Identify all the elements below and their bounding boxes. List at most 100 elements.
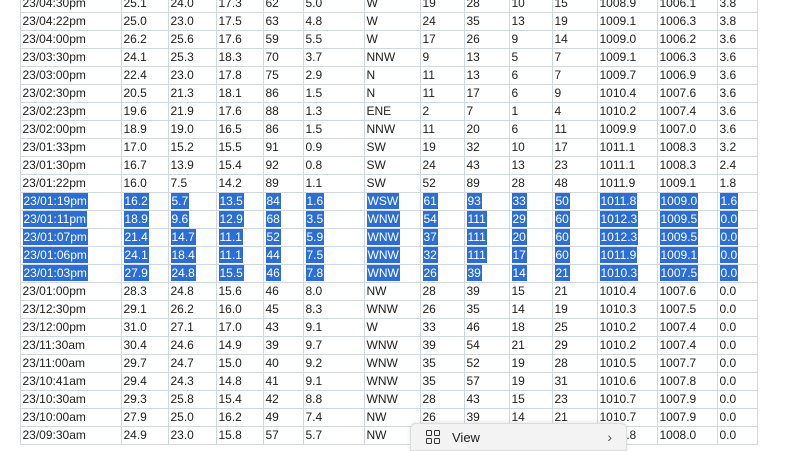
table-cell[interactable]: 14.2 [215, 174, 264, 193]
table-cell[interactable]: 16.2 [120, 192, 169, 211]
table-cell[interactable]: 3.6 [716, 66, 758, 85]
table-cell[interactable]: 29 [551, 336, 598, 355]
table-cell[interactable]: 24.3 [167, 372, 217, 391]
table-cell[interactable]: 13 [463, 48, 510, 67]
table-cell[interactable]: 3.8 [716, 12, 758, 31]
table-cell[interactable]: W [363, 12, 421, 31]
table-cell[interactable]: 75 [262, 66, 304, 85]
table-cell[interactable]: 0.0 [716, 354, 758, 373]
table-cell[interactable]: 18.9 [120, 120, 169, 139]
table-cell[interactable]: 24.8 [167, 264, 217, 283]
table-cell[interactable]: 37 [419, 228, 465, 247]
table-cell[interactable]: 11 [551, 120, 598, 139]
table-cell[interactable]: 24 [419, 156, 465, 175]
table-cell[interactable]: 3.6 [716, 102, 758, 121]
table-cell[interactable]: 28 [419, 282, 465, 301]
table-cell[interactable]: 35 [463, 12, 510, 31]
table-cell[interactable]: 40 [262, 354, 304, 373]
table-row[interactable]: 23/10:00am 27.9 25.0 16.2 49 7.4 NW 26 39 14 21 101… [0, 408, 758, 427]
table-cell[interactable]: 26 [419, 300, 465, 319]
table-cell[interactable]: 1007.7 [656, 354, 718, 373]
table-cell[interactable]: 17 [419, 30, 465, 49]
table-cell[interactable]: 21.3 [167, 84, 217, 103]
table-row-selected[interactable]: 23/01:07pm 21.4 14.7 11.1 52 5.9 WNW 37 111 20 60 1… [0, 228, 758, 247]
table-cell[interactable]: 1007.8 [656, 372, 718, 391]
table-cell[interactable]: 11.1 [215, 228, 264, 247]
table-cell[interactable]: 39 [463, 264, 510, 283]
table-cell[interactable]: SW [363, 156, 421, 175]
table-cell[interactable]: 25.3 [167, 48, 217, 67]
table-cell[interactable]: 1007.6 [656, 84, 718, 103]
table-cell[interactable]: 39 [463, 282, 510, 301]
table-cell[interactable]: 29.4 [120, 372, 169, 391]
table-cell[interactable]: 49 [262, 408, 304, 427]
table-cell[interactable]: 1007.9 [656, 390, 718, 409]
table-cell[interactable]: 1007.6 [656, 282, 718, 301]
table-cell-time[interactable]: 23/02:23pm [19, 102, 122, 121]
table-cell[interactable]: 3.6 [716, 84, 758, 103]
table-cell[interactable]: 14.9 [215, 336, 264, 355]
table-cell[interactable]: 24.6 [167, 336, 217, 355]
table-cell[interactable]: 1007.9 [656, 408, 718, 427]
table-cell[interactable]: 23.0 [167, 66, 217, 85]
table-cell[interactable]: 10 [508, 138, 553, 157]
table-cell[interactable]: 9 [551, 84, 598, 103]
table-row[interactable]: 23/01:00pm 28.3 24.8 15.6 46 8.0 NW 28 39 15 21 101… [0, 282, 758, 301]
table-cell[interactable]: 7 [551, 48, 598, 67]
table-cell[interactable]: 35 [419, 354, 465, 373]
table-cell[interactable]: 6 [508, 66, 553, 85]
table-cell[interactable]: 22.4 [120, 66, 169, 85]
table-cell[interactable]: 3.7 [302, 48, 365, 67]
table-cell-time[interactable]: 23/01:03pm [19, 264, 122, 283]
table-cell[interactable]: 52 [463, 354, 510, 373]
table-cell[interactable]: W [363, 318, 421, 337]
table-cell[interactable]: 54 [419, 210, 465, 229]
table-row[interactable]: 23/04:30pm 25.1 24.0 17.3 62 5.0 W 19 28 10 15 1008… [0, 0, 758, 13]
table-cell[interactable]: 15 [551, 0, 598, 13]
table-cell[interactable]: 1009.1 [656, 246, 718, 265]
table-cell[interactable]: 28 [551, 354, 598, 373]
table-cell-time[interactable]: 23/10:00am [19, 408, 122, 427]
table-cell[interactable]: 3.8 [716, 0, 758, 13]
table-cell[interactable]: 39 [419, 336, 465, 355]
table-row-selected[interactable]: 23/01:11pm 18.9 9.6 12.9 68 3.5 WNW 54 111 29 60 10… [0, 210, 758, 229]
table-cell[interactable]: 1006.3 [656, 48, 718, 67]
table-cell[interactable]: 1010.2 [596, 336, 658, 355]
table-cell[interactable]: 1009.1 [596, 12, 658, 31]
view-menu-button[interactable]: View › [410, 423, 627, 451]
table-cell[interactable]: 0.0 [716, 390, 758, 409]
table-cell[interactable]: 28 [419, 390, 465, 409]
table-cell[interactable]: 20 [508, 228, 553, 247]
table-cell[interactable]: WNW [363, 246, 421, 265]
table-cell[interactable]: 1.8 [716, 174, 758, 193]
table-cell[interactable]: 2 [419, 102, 465, 121]
table-cell[interactable]: NNW [363, 48, 421, 67]
table-cell[interactable]: 1011.8 [596, 192, 658, 211]
table-cell[interactable]: 60 [551, 246, 598, 265]
table-cell[interactable]: WSW [363, 192, 421, 211]
table-cell-time[interactable]: 23/04:30pm [19, 0, 122, 13]
table-cell[interactable]: 8.8 [302, 390, 365, 409]
table-cell[interactable]: 7.8 [302, 264, 365, 283]
table-cell[interactable]: 11 [419, 66, 465, 85]
table-cell[interactable]: 32 [419, 246, 465, 265]
table-cell[interactable]: 18.9 [120, 210, 169, 229]
table-cell[interactable]: 60 [551, 210, 598, 229]
table-cell-time[interactable]: 23/03:00pm [19, 66, 122, 85]
table-cell[interactable]: 13.9 [167, 156, 217, 175]
table-cell[interactable]: 111 [463, 246, 510, 265]
table-cell[interactable]: 21 [551, 282, 598, 301]
table-cell[interactable]: 93 [463, 192, 510, 211]
table-cell-time[interactable]: 23/01:22pm [19, 174, 122, 193]
table-cell[interactable]: 0.0 [716, 246, 758, 265]
table-cell[interactable]: 7.4 [302, 408, 365, 427]
table-cell[interactable]: 15.0 [215, 354, 264, 373]
table-cell[interactable]: 18.4 [167, 246, 217, 265]
table-cell[interactable]: 24.1 [120, 246, 169, 265]
table-cell[interactable]: 8.3 [302, 300, 365, 319]
table-row-selected[interactable]: 23/01:19pm 16.2 5.7 13.5 84 1.6 WSW 61 93 33 50 101… [0, 192, 758, 211]
table-cell-time[interactable]: 23/11:30am [19, 336, 122, 355]
table-cell[interactable]: SW [363, 174, 421, 193]
table-cell[interactable]: 7 [551, 66, 598, 85]
table-cell[interactable]: 5.5 [302, 30, 365, 49]
